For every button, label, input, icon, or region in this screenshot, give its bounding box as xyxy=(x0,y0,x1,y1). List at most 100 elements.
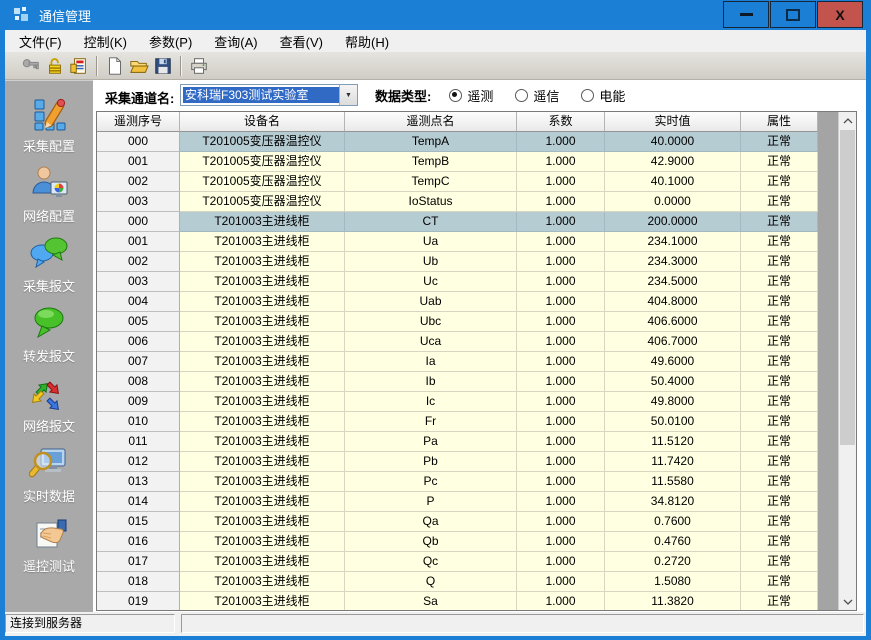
cell-coef: 1.000 xyxy=(517,332,605,352)
table-row[interactable]: 008T201003主进线柜Ib1.00050.4000正常 xyxy=(97,372,856,392)
cell-device: T201003主进线柜 xyxy=(180,392,345,412)
table-row[interactable]: 013T201003主进线柜Pc1.00011.5580正常 xyxy=(97,472,856,492)
cell-attr: 正常 xyxy=(741,552,818,572)
cell-coef: 1.000 xyxy=(517,512,605,532)
unlock-button[interactable] xyxy=(43,54,67,78)
cell-value: 0.0000 xyxy=(605,192,741,212)
sidebar-item-remote-test[interactable]: 遥控测试 xyxy=(5,513,93,583)
table-row[interactable]: 003T201005变压器温控仪IoStatus1.0000.0000正常 xyxy=(97,192,856,212)
table-row[interactable]: 009T201003主进线柜Ic1.00049.8000正常 xyxy=(97,392,856,412)
scroll-up-button[interactable] xyxy=(839,112,856,129)
maximize-button[interactable] xyxy=(770,1,816,28)
scrollbar-thumb[interactable] xyxy=(840,130,855,445)
title-bar: 通信管理 X xyxy=(0,0,871,30)
scroll-down-button[interactable] xyxy=(839,593,856,610)
sidebar-item-forward-message[interactable]: 转发报文 xyxy=(5,303,93,373)
column-header-coef[interactable]: 系数 xyxy=(517,112,605,132)
cell-attr: 正常 xyxy=(741,152,818,172)
sidebar-item-capture-message[interactable]: 采集报文 xyxy=(5,233,93,303)
toolbar-separator xyxy=(180,56,182,76)
sidebar-item-capture-config[interactable]: 采集配置 xyxy=(5,93,93,163)
cell-idx: 001 xyxy=(97,232,180,252)
cell-point: Qc xyxy=(345,552,517,572)
cell-coef: 1.000 xyxy=(517,272,605,292)
cell-device: T201003主进线柜 xyxy=(180,512,345,532)
cell-value: 234.5000 xyxy=(605,272,741,292)
cell-value: 234.3000 xyxy=(605,252,741,272)
sidebar-item-realtime-data[interactable]: 实时数据 xyxy=(5,443,93,513)
table-row[interactable]: 015T201003主进线柜Qa1.0000.7600正常 xyxy=(97,512,856,532)
table-row[interactable]: 012T201003主进线柜Pb1.00011.7420正常 xyxy=(97,452,856,472)
cell-point: CT xyxy=(345,212,517,232)
save-icon xyxy=(153,56,173,76)
table-row[interactable]: 005T201003主进线柜Ubc1.000406.6000正常 xyxy=(97,312,856,332)
menu-item-5[interactable]: 帮助(H) xyxy=(334,30,400,53)
menu-item-3[interactable]: 查询(A) xyxy=(203,30,268,53)
cell-idx: 017 xyxy=(97,552,180,572)
close-button[interactable]: X xyxy=(817,1,863,28)
menu-item-4[interactable]: 查看(V) xyxy=(269,30,334,53)
table-row[interactable]: 004T201003主进线柜Uab1.000404.8000正常 xyxy=(97,292,856,312)
column-header-attr[interactable]: 属性 xyxy=(741,112,818,132)
radio-option-1[interactable]: 遥信 xyxy=(515,86,559,105)
open-folder-button[interactable] xyxy=(127,54,151,78)
save-button[interactable] xyxy=(151,54,175,78)
cell-idx: 010 xyxy=(97,412,180,432)
cell-point: Ia xyxy=(345,352,517,372)
sidebar-item-network-config[interactable]: 网络配置 xyxy=(5,163,93,233)
channel-config-button[interactable] xyxy=(67,54,91,78)
menu-item-2[interactable]: 参数(P) xyxy=(138,30,203,53)
cell-device: T201003主进线柜 xyxy=(180,292,345,312)
print-button[interactable] xyxy=(187,54,211,78)
table-row[interactable]: 014T201003主进线柜P1.00034.8120正常 xyxy=(97,492,856,512)
menu-item-1[interactable]: 控制(K) xyxy=(73,30,138,53)
cell-value: 1.5080 xyxy=(605,572,741,592)
table-row[interactable]: 001T201003主进线柜Ua1.000234.1000正常 xyxy=(97,232,856,252)
column-header-value[interactable]: 实时值 xyxy=(605,112,741,132)
cell-device: T201003主进线柜 xyxy=(180,552,345,572)
table-row[interactable]: 002T201005变压器温控仪TempC1.00040.1000正常 xyxy=(97,172,856,192)
cell-idx: 004 xyxy=(97,292,180,312)
table-row[interactable]: 000T201003主进线柜CT1.000200.0000正常 xyxy=(97,212,856,232)
cell-value: 406.7000 xyxy=(605,332,741,352)
table-row[interactable]: 001T201005变压器温控仪TempB1.00042.9000正常 xyxy=(97,152,856,172)
new-file-button[interactable] xyxy=(103,54,127,78)
cell-value: 34.8120 xyxy=(605,492,741,512)
dropdown-arrow-button[interactable]: ▼ xyxy=(339,85,357,105)
table-row[interactable]: 018T201003主进线柜Q1.0001.5080正常 xyxy=(97,572,856,592)
column-header-idx[interactable]: 遥测序号 xyxy=(97,112,180,132)
cell-idx: 007 xyxy=(97,352,180,372)
menu-item-0[interactable]: 文件(F) xyxy=(8,30,73,53)
cell-value: 0.2720 xyxy=(605,552,741,572)
cell-attr: 正常 xyxy=(741,472,818,492)
table-row[interactable]: 000T201005变压器温控仪TempA1.00040.0000正常 xyxy=(97,132,856,152)
cell-value: 49.8000 xyxy=(605,392,741,412)
channel-select[interactable]: 安科瑞F303测试实验室 ▼ xyxy=(180,84,358,106)
radio-option-0[interactable]: 遥测 xyxy=(449,86,493,105)
table-row[interactable]: 003T201003主进线柜Uc1.000234.5000正常 xyxy=(97,272,856,292)
table-row[interactable]: 019T201003主进线柜Sa1.00011.3820正常 xyxy=(97,592,856,611)
table-row[interactable]: 006T201003主进线柜Uca1.000406.7000正常 xyxy=(97,332,856,352)
table-row[interactable]: 007T201003主进线柜Ia1.00049.6000正常 xyxy=(97,352,856,372)
cell-coef: 1.000 xyxy=(517,492,605,512)
table-row[interactable]: 017T201003主进线柜Qc1.0000.2720正常 xyxy=(97,552,856,572)
cell-attr: 正常 xyxy=(741,192,818,212)
cell-coef: 1.000 xyxy=(517,532,605,552)
minimize-button[interactable] xyxy=(723,1,769,28)
radio-option-2[interactable]: 电能 xyxy=(581,86,625,105)
cell-idx: 011 xyxy=(97,432,180,452)
table-row[interactable]: 016T201003主进线柜Qb1.0000.4760正常 xyxy=(97,532,856,552)
cell-value: 11.5580 xyxy=(605,472,741,492)
table-row[interactable]: 011T201003主进线柜Pa1.00011.5120正常 xyxy=(97,432,856,452)
column-header-point[interactable]: 遥测点名 xyxy=(345,112,517,132)
key-button[interactable] xyxy=(19,54,43,78)
sidebar-item-network-message[interactable]: 网络报文 xyxy=(5,373,93,443)
print-icon xyxy=(189,56,209,76)
cell-point: Ubc xyxy=(345,312,517,332)
table-row[interactable]: 002T201003主进线柜Ub1.000234.3000正常 xyxy=(97,252,856,272)
cell-idx: 003 xyxy=(97,192,180,212)
capture-message-icon xyxy=(29,233,69,273)
vertical-scrollbar[interactable] xyxy=(838,112,856,610)
column-header-device[interactable]: 设备名 xyxy=(180,112,345,132)
table-row[interactable]: 010T201003主进线柜Fr1.00050.0100正常 xyxy=(97,412,856,432)
